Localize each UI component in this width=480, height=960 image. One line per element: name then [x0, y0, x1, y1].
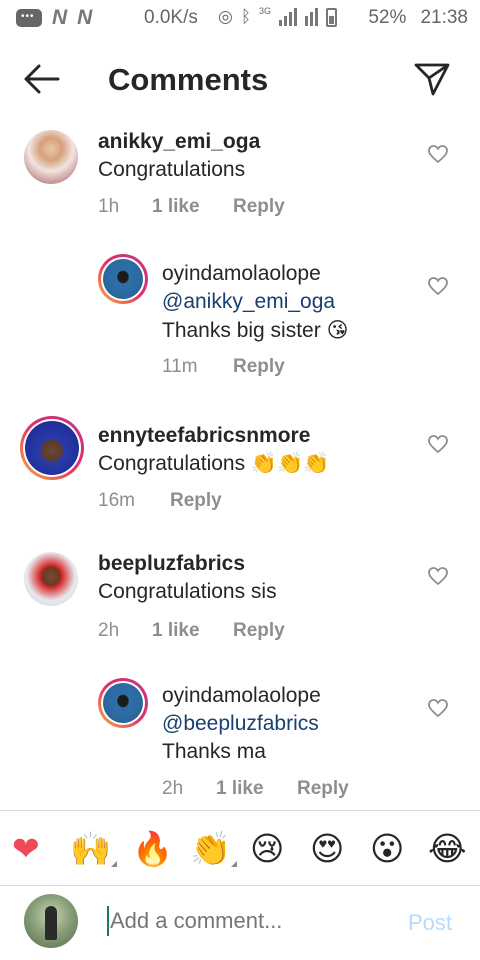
reply-button[interactable]: Reply: [233, 620, 285, 642]
bluetooth-icon: ᛒ: [240, 7, 252, 26]
like-heart-icon[interactable]: [427, 276, 449, 296]
page-title: Comments: [108, 62, 269, 97]
post-button[interactable]: Post: [408, 910, 452, 936]
comments-list[interactable]: anikky_emi_oga Congratulations 1h 1 like…: [0, 120, 480, 810]
direct-share-button[interactable]: [412, 60, 452, 98]
comment-text: Congratulations sis: [98, 580, 277, 603]
avatar[interactable]: [24, 552, 78, 606]
reply-item: oyindamolaolope @anikky_emi_oga Thanks b…: [0, 252, 480, 392]
comment-text: Congratulations 👏👏👏: [98, 452, 330, 475]
user-avatar: [24, 894, 78, 948]
battery-percent: 52%: [368, 7, 407, 28]
comment-item: ennyteefabricsnmore Congratulations 👏👏👏 …: [0, 414, 480, 524]
comment-item: anikky_emi_oga Congratulations 1h 1 like…: [0, 120, 480, 240]
back-arrow-icon: [24, 64, 60, 94]
hotspot-icon: ◎: [218, 7, 233, 26]
network-type: 3G: [259, 6, 272, 16]
comment-time: 2h: [98, 620, 120, 641]
status-notifications: N N: [16, 6, 92, 30]
like-heart-icon[interactable]: [427, 566, 449, 586]
comment-text: Congratulations: [98, 158, 246, 181]
comment-likes[interactable]: 1 like: [152, 620, 200, 642]
comment-username[interactable]: beepluzfabrics: [98, 552, 245, 576]
like-heart-icon[interactable]: [427, 434, 449, 454]
avatar[interactable]: [20, 416, 84, 480]
n-notification-icon: N: [77, 6, 93, 29]
comments-header: Comments: [0, 38, 480, 120]
text-cursor: [107, 906, 109, 936]
fire-emoji-button[interactable]: 🔥: [132, 829, 173, 869]
comment-time: 16m: [98, 490, 135, 511]
comment-text: Thanks ma: [162, 740, 266, 763]
heart-eyes-emoji-button[interactable]: 😍: [310, 829, 344, 869]
n-notification-icon: N: [52, 6, 68, 29]
quick-emoji-bar: ❤ 🙌 🔥 👏 😢 😍 😮 😂: [0, 810, 480, 886]
comment-likes[interactable]: 1 like: [152, 196, 200, 218]
comment-likes[interactable]: 1 like: [216, 778, 264, 800]
paper-plane-icon: [414, 63, 450, 96]
comment-username[interactable]: oyindamolaolope: [162, 262, 321, 286]
avatar[interactable]: [24, 130, 78, 184]
laughing-face-emoji-button[interactable]: 😂: [428, 829, 467, 869]
comment-username[interactable]: oyindamolaolope: [162, 684, 321, 708]
message-notification-icon: [16, 9, 42, 27]
comment-mention[interactable]: @anikky_emi_oga: [162, 290, 335, 314]
heart-emoji-button[interactable]: ❤: [12, 829, 40, 869]
reply-item: oyindamolaolope @beepluzfabrics Thanks m…: [0, 676, 480, 810]
clapping-hands-emoji-button[interactable]: 👏: [190, 829, 238, 869]
surprised-face-emoji-button[interactable]: 😮: [370, 829, 404, 869]
avatar[interactable]: [98, 678, 148, 728]
status-icons: ◎ ᛒ 3G: [218, 6, 338, 27]
crying-face-emoji-button[interactable]: 😢: [250, 829, 284, 869]
raised-hands-emoji-button[interactable]: 🙌: [70, 829, 118, 869]
comment-composer: Post: [0, 886, 480, 960]
like-heart-icon[interactable]: [427, 698, 449, 718]
status-bar: N N 0.0K/s ◎ ᛒ 3G 52% 21:38: [0, 0, 480, 38]
comment-time: 11m: [162, 356, 198, 377]
back-button[interactable]: [22, 62, 62, 96]
comment-mention[interactable]: @beepluzfabrics: [162, 712, 319, 736]
comment-username[interactable]: anikky_emi_oga: [98, 130, 260, 154]
reply-button[interactable]: Reply: [233, 196, 285, 218]
comment-text: Thanks big sister 😘: [162, 319, 349, 342]
reply-button[interactable]: Reply: [297, 778, 349, 800]
reply-button[interactable]: Reply: [233, 356, 285, 378]
reply-button[interactable]: Reply: [170, 490, 222, 512]
comment-time: 2h: [162, 778, 184, 799]
comment-input[interactable]: [110, 908, 390, 934]
signal-icon: [305, 8, 319, 26]
battery-icon: [326, 7, 338, 27]
comment-time: 1h: [98, 196, 120, 217]
network-speed: 0.0K/s: [144, 7, 198, 28]
clock: 21:38: [420, 7, 468, 28]
signal-icon: [279, 8, 298, 26]
comment-username[interactable]: ennyteefabricsnmore: [98, 424, 310, 448]
comment-item: beepluzfabrics Congratulations sis 2h 1 …: [0, 546, 480, 666]
avatar[interactable]: [98, 254, 148, 304]
like-heart-icon[interactable]: [427, 144, 449, 164]
